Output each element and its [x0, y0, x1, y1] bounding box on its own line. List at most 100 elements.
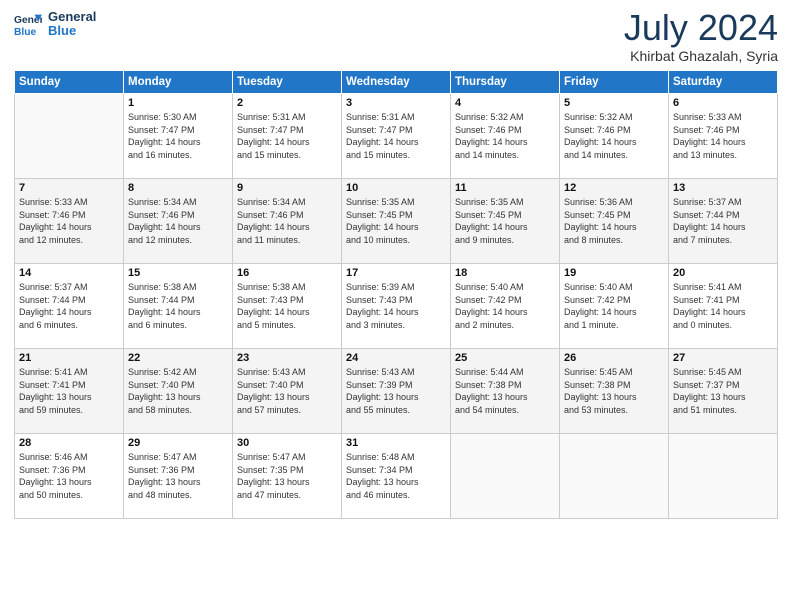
- calendar-cell: 22Sunrise: 5:42 AMSunset: 7:40 PMDayligh…: [124, 349, 233, 434]
- day-number: 26: [564, 352, 664, 364]
- cell-info: Sunrise: 5:38 AMSunset: 7:44 PMDaylight:…: [128, 281, 228, 331]
- day-number: 23: [237, 352, 337, 364]
- day-number: 9: [237, 182, 337, 194]
- day-number: 7: [19, 182, 119, 194]
- day-number: 6: [673, 97, 773, 109]
- cell-info: Sunrise: 5:37 AMSunset: 7:44 PMDaylight:…: [19, 281, 119, 331]
- cell-info: Sunrise: 5:43 AMSunset: 7:39 PMDaylight:…: [346, 366, 446, 416]
- cell-info: Sunrise: 5:47 AMSunset: 7:35 PMDaylight:…: [237, 451, 337, 501]
- calendar-cell: 7 Sunrise: 5:33 AMSunset: 7:46 PMDaylight…: [15, 179, 124, 264]
- calendar-cell: [669, 434, 778, 519]
- day-number: 17: [346, 267, 446, 279]
- calendar-cell: 26Sunrise: 5:45 AMSunset: 7:38 PMDayligh…: [560, 349, 669, 434]
- cell-info: Sunrise: 5:36 AMSunset: 7:45 PMDaylight:…: [564, 196, 664, 246]
- calendar-cell: [15, 94, 124, 179]
- calendar-cell: 14 Sunrise: 5:37 AMSunset: 7:44 PMDayligh…: [15, 264, 124, 349]
- weekday-header-monday: Monday: [124, 71, 233, 94]
- cell-info: Sunrise: 5:32 AMSunset: 7:46 PMDaylight:…: [564, 111, 664, 161]
- cell-info: Sunrise: 5:34 AMSunset: 7:46 PMDaylight:…: [237, 196, 337, 246]
- cell-info: Sunrise: 5:47 AMSunset: 7:36 PMDaylight:…: [128, 451, 228, 501]
- calendar-cell: 20 Sunrise: 5:41 AMSunset: 7:41 PMDayligh…: [669, 264, 778, 349]
- calendar-cell: 5 Sunrise: 5:32 AMSunset: 7:46 PMDaylight…: [560, 94, 669, 179]
- calendar-cell: 2 Sunrise: 5:31 AMSunset: 7:47 PMDaylight…: [233, 94, 342, 179]
- calendar-cell: 12 Sunrise: 5:36 AMSunset: 7:45 PMDayligh…: [560, 179, 669, 264]
- day-number: 20: [673, 267, 773, 279]
- calendar-cell: 24 Sunrise: 5:43 AMSunset: 7:39 PMDayligh…: [342, 349, 451, 434]
- day-number: 10: [346, 182, 446, 194]
- weekday-header-wednesday: Wednesday: [342, 71, 451, 94]
- month-title: July 2024: [624, 10, 778, 46]
- calendar-cell: 13Sunrise: 5:37 AMSunset: 7:44 PMDayligh…: [669, 179, 778, 264]
- calendar-cell: 27Sunrise: 5:45 AMSunset: 7:37 PMDayligh…: [669, 349, 778, 434]
- calendar-cell: 11 Sunrise: 5:35 AMSunset: 7:45 PMDayligh…: [451, 179, 560, 264]
- day-number: 14: [19, 267, 119, 279]
- calendar-cell: 15 Sunrise: 5:38 AMSunset: 7:44 PMDayligh…: [124, 264, 233, 349]
- day-number: 5: [564, 97, 664, 109]
- day-number: 1: [128, 97, 228, 109]
- day-number: 12: [564, 182, 664, 194]
- calendar-cell: 30 Sunrise: 5:47 AMSunset: 7:35 PMDayligh…: [233, 434, 342, 519]
- logo-general: General: [48, 10, 96, 24]
- calendar-cell: 3 Sunrise: 5:31 AMSunset: 7:47 PMDaylight…: [342, 94, 451, 179]
- cell-info: Sunrise: 5:40 AMSunset: 7:42 PMDaylight:…: [564, 281, 664, 331]
- calendar-cell: 23Sunrise: 5:43 AMSunset: 7:40 PMDayligh…: [233, 349, 342, 434]
- cell-info: Sunrise: 5:39 AMSunset: 7:43 PMDaylight:…: [346, 281, 446, 331]
- day-number: 18: [455, 267, 555, 279]
- calendar-cell: 1Sunrise: 5:30 AMSunset: 7:47 PMDaylight…: [124, 94, 233, 179]
- calendar-cell: 21 Sunrise: 5:41 AMSunset: 7:41 PMDayligh…: [15, 349, 124, 434]
- day-number: 2: [237, 97, 337, 109]
- calendar-cell: 17 Sunrise: 5:39 AMSunset: 7:43 PMDayligh…: [342, 264, 451, 349]
- cell-info: Sunrise: 5:31 AMSunset: 7:47 PMDaylight:…: [237, 111, 337, 161]
- day-number: 16: [237, 267, 337, 279]
- weekday-header-tuesday: Tuesday: [233, 71, 342, 94]
- calendar-cell: 31 Sunrise: 5:48 AMSunset: 7:34 PMDayligh…: [342, 434, 451, 519]
- weekday-header-sunday: Sunday: [15, 71, 124, 94]
- cell-info: Sunrise: 5:35 AMSunset: 7:45 PMDaylight:…: [346, 196, 446, 246]
- calendar-table: SundayMondayTuesdayWednesdayThursdayFrid…: [14, 70, 778, 519]
- calendar-cell: 8Sunrise: 5:34 AMSunset: 7:46 PMDaylight…: [124, 179, 233, 264]
- cell-info: Sunrise: 5:38 AMSunset: 7:43 PMDaylight:…: [237, 281, 337, 331]
- cell-info: Sunrise: 5:35 AMSunset: 7:45 PMDaylight:…: [455, 196, 555, 246]
- calendar-cell: 6 Sunrise: 5:33 AMSunset: 7:46 PMDaylight…: [669, 94, 778, 179]
- day-number: 28: [19, 437, 119, 449]
- cell-info: Sunrise: 5:48 AMSunset: 7:34 PMDaylight:…: [346, 451, 446, 501]
- calendar-cell: 19 Sunrise: 5:40 AMSunset: 7:42 PMDayligh…: [560, 264, 669, 349]
- cell-info: Sunrise: 5:33 AMSunset: 7:46 PMDaylight:…: [673, 111, 773, 161]
- day-number: 3: [346, 97, 446, 109]
- calendar-cell: 16 Sunrise: 5:38 AMSunset: 7:43 PMDayligh…: [233, 264, 342, 349]
- cell-info: Sunrise: 5:44 AMSunset: 7:38 PMDaylight:…: [455, 366, 555, 416]
- cell-info: Sunrise: 5:31 AMSunset: 7:47 PMDaylight:…: [346, 111, 446, 161]
- day-number: 29: [128, 437, 228, 449]
- cell-info: Sunrise: 5:41 AMSunset: 7:41 PMDaylight:…: [19, 366, 119, 416]
- cell-info: Sunrise: 5:40 AMSunset: 7:42 PMDaylight:…: [455, 281, 555, 331]
- day-number: 25: [455, 352, 555, 364]
- calendar-cell: [560, 434, 669, 519]
- cell-info: Sunrise: 5:33 AMSunset: 7:46 PMDaylight:…: [19, 196, 119, 246]
- weekday-header-thursday: Thursday: [451, 71, 560, 94]
- weekday-header-saturday: Saturday: [669, 71, 778, 94]
- day-number: 13: [673, 182, 773, 194]
- cell-info: Sunrise: 5:34 AMSunset: 7:46 PMDaylight:…: [128, 196, 228, 246]
- calendar-cell: 10 Sunrise: 5:35 AMSunset: 7:45 PMDayligh…: [342, 179, 451, 264]
- calendar-cell: 28Sunrise: 5:46 AMSunset: 7:36 PMDayligh…: [15, 434, 124, 519]
- day-number: 11: [455, 182, 555, 194]
- cell-info: Sunrise: 5:32 AMSunset: 7:46 PMDaylight:…: [455, 111, 555, 161]
- logo-icon: General Blue: [14, 10, 42, 38]
- day-number: 19: [564, 267, 664, 279]
- weekday-header-friday: Friday: [560, 71, 669, 94]
- svg-text:Blue: Blue: [14, 27, 37, 38]
- day-number: 30: [237, 437, 337, 449]
- cell-info: Sunrise: 5:41 AMSunset: 7:41 PMDaylight:…: [673, 281, 773, 331]
- day-number: 4: [455, 97, 555, 109]
- day-number: 27: [673, 352, 773, 364]
- calendar-cell: 18 Sunrise: 5:40 AMSunset: 7:42 PMDayligh…: [451, 264, 560, 349]
- day-number: 31: [346, 437, 446, 449]
- page-header: General Blue General Blue July 2024 Khir…: [14, 10, 778, 64]
- location-title: Khirbat Ghazalah, Syria: [624, 48, 778, 64]
- calendar-cell: 29 Sunrise: 5:47 AMSunset: 7:36 PMDayligh…: [124, 434, 233, 519]
- day-number: 15: [128, 267, 228, 279]
- day-number: 21: [19, 352, 119, 364]
- logo: General Blue General Blue: [14, 10, 96, 39]
- day-number: 24: [346, 352, 446, 364]
- calendar-cell: 9 Sunrise: 5:34 AMSunset: 7:46 PMDaylight…: [233, 179, 342, 264]
